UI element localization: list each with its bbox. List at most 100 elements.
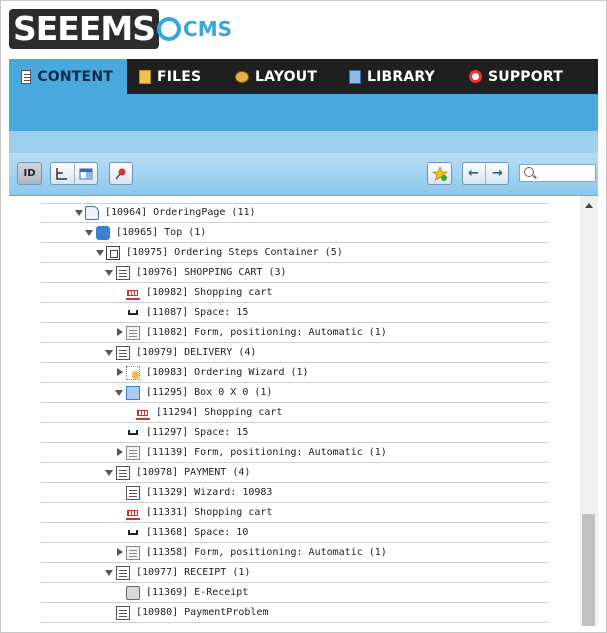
- tab-library-label: LIBRARY: [367, 68, 435, 85]
- tab-files[interactable]: FILES: [127, 59, 223, 94]
- tree-row[interactable]: [10983] Ordering Wizard (1): [41, 363, 548, 383]
- list-icon: [126, 486, 140, 500]
- add-favorite-button[interactable]: [427, 162, 452, 185]
- tab-layout[interactable]: LAYOUT: [223, 59, 337, 94]
- pin-button[interactable]: [109, 162, 133, 185]
- tree-row-label: [11295] Box 0 X 0 (1): [146, 387, 273, 398]
- back-button[interactable]: ←: [462, 163, 485, 184]
- tree-row[interactable]: [10978] PAYMENT (4): [41, 463, 548, 483]
- tree-row[interactable]: [11368] Space: 10: [41, 523, 548, 543]
- tree-row[interactable]: [11139] Form, positioning: Automatic (1): [41, 443, 548, 463]
- window-icon: [79, 168, 93, 179]
- tree-row[interactable]: [10975] Ordering Steps Container (5): [41, 243, 548, 263]
- tree-row-label: [10978] PAYMENT (4): [136, 467, 251, 478]
- tab-content[interactable]: CONTENT: [9, 59, 127, 94]
- tree-row-label: [10976] SHOPPING CART (3): [136, 267, 287, 278]
- tab-library[interactable]: LIBRARY: [337, 59, 457, 94]
- expand-toggle[interactable]: [117, 448, 123, 456]
- tree-row-label: [11369] E-Receipt: [146, 587, 249, 598]
- tree-row[interactable]: [11331] Shopping cart: [41, 503, 548, 523]
- tree-row[interactable]: [11297] Space: 15: [41, 423, 548, 443]
- collapse-toggle[interactable]: [85, 230, 93, 236]
- tree-row[interactable]: [10964] OrderingPage (11): [41, 203, 548, 223]
- tree-structure-icon: [56, 167, 68, 180]
- pin-icon: [115, 168, 126, 179]
- tree-row[interactable]: [11295] Box 0 X 0 (1): [41, 383, 548, 403]
- scroll-up-icon[interactable]: [585, 203, 593, 208]
- tree-row-label: [10979] DELIVERY (4): [136, 347, 257, 358]
- lifebuoy-icon: [469, 70, 482, 83]
- tree-row[interactable]: [10976] SHOPPING CART (3): [41, 263, 548, 283]
- collapse-toggle[interactable]: [105, 350, 113, 356]
- box-icon: [126, 386, 140, 400]
- toggle-id-button[interactable]: ID: [17, 162, 42, 185]
- tree-row-label: [11358] Form, positioning: Automatic (1): [146, 547, 387, 558]
- document-icon: [21, 69, 32, 84]
- page-icon: [85, 206, 99, 220]
- book-icon: [349, 69, 361, 84]
- collapse-toggle[interactable]: [96, 250, 104, 256]
- collapse-toggle[interactable]: [75, 210, 83, 216]
- tree-row[interactable]: [11082] Form, positioning: Automatic (1): [41, 323, 548, 343]
- arrow-left-icon: ←: [468, 166, 479, 181]
- search-input[interactable]: [519, 164, 596, 182]
- space-icon: [128, 310, 138, 315]
- tab-support[interactable]: SUPPORT: [457, 59, 577, 94]
- expand-toggle[interactable]: [117, 368, 123, 376]
- tree-row-label: [10983] Ordering Wizard (1): [146, 367, 309, 378]
- collapse-toggle[interactable]: [105, 470, 113, 476]
- tree-row[interactable]: [10977] RECEIPT (1): [41, 563, 548, 583]
- list-icon: [116, 346, 130, 360]
- tree-row[interactable]: [11369] E-Receipt: [41, 583, 548, 603]
- cart-icon: [126, 286, 140, 300]
- tree-row[interactable]: [10979] DELIVERY (4): [41, 343, 548, 363]
- tree-row-label: [11294] Shopping cart: [156, 407, 283, 418]
- panel-view-button[interactable]: [73, 163, 98, 184]
- tree-row-label: [11082] Form, positioning: Automatic (1): [146, 327, 387, 338]
- list-icon: [116, 606, 130, 620]
- tree-row-label: [10980] PaymentProblem: [136, 607, 269, 618]
- view-mode-group: [50, 162, 98, 185]
- tree-row[interactable]: [11087] Space: 15: [41, 303, 548, 323]
- star-add-icon: [431, 165, 448, 181]
- form-icon: [126, 326, 140, 340]
- form-icon: [126, 446, 140, 460]
- header: SEEEMS CMS: [1, 1, 606, 59]
- tree-row-label: [10975] Ordering Steps Container (5): [126, 247, 343, 258]
- tree-scrollbar[interactable]: [580, 196, 598, 626]
- expand-toggle[interactable]: [117, 548, 123, 556]
- app-frame: SEEEMS CMS CONTENT FILES LAYOUT LIBRARY …: [0, 0, 607, 633]
- wizard-icon: [126, 366, 140, 380]
- collapse-toggle[interactable]: [105, 570, 113, 576]
- scroll-thumb[interactable]: [582, 514, 595, 626]
- search-icon: [524, 167, 534, 177]
- expand-toggle[interactable]: [117, 328, 123, 336]
- tree-row-label: [11297] Space: 15: [146, 427, 249, 438]
- tree-view-button[interactable]: [51, 163, 74, 184]
- tree-row-label: [11331] Shopping cart: [146, 507, 273, 518]
- collapse-toggle[interactable]: [115, 390, 123, 396]
- collapse-toggle[interactable]: [105, 270, 113, 276]
- forward-button[interactable]: →: [485, 163, 509, 184]
- tree-row[interactable]: [10980] PaymentProblem: [41, 603, 548, 623]
- tab-files-label: FILES: [157, 68, 202, 85]
- tree-row[interactable]: [10965] Top (1): [41, 223, 548, 243]
- list-icon: [116, 566, 130, 580]
- form-icon: [126, 546, 140, 560]
- sub-nav-bar: [9, 94, 598, 131]
- tree-row[interactable]: [11329] Wizard: 10983: [41, 483, 548, 503]
- tree-row[interactable]: [11294] Shopping cart: [41, 403, 548, 423]
- list-icon: [116, 266, 130, 280]
- history-nav-group: ← →: [462, 162, 509, 185]
- cart-icon: [136, 406, 150, 420]
- sub-nav-bar-light: [9, 131, 598, 153]
- tree-row-label: [10965] Top (1): [116, 227, 207, 238]
- cart-icon: [126, 506, 140, 520]
- tree-row[interactable]: [10982] Shopping cart: [41, 283, 548, 303]
- tree-row-label: [11139] Form, positioning: Automatic (1): [146, 447, 387, 458]
- palette-icon: [235, 70, 249, 83]
- tree-row-label: [11368] Space: 10: [146, 527, 249, 538]
- tree-row-label: [10982] Shopping cart: [146, 287, 273, 298]
- arrow-right-icon: →: [492, 166, 503, 181]
- tree-row[interactable]: [11358] Form, positioning: Automatic (1): [41, 543, 548, 563]
